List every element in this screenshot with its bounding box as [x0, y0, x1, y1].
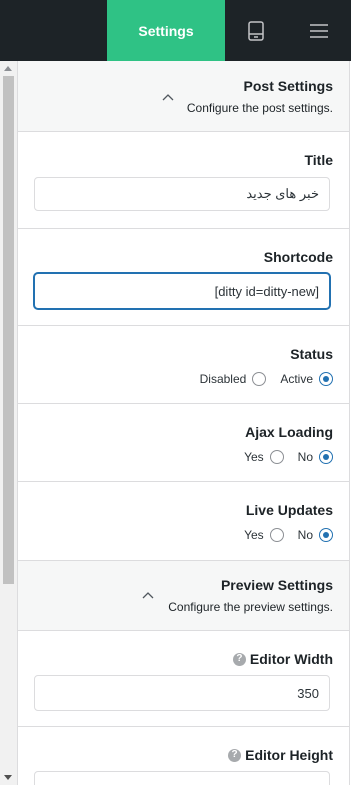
ajax-loading-label: Ajax Loading	[245, 424, 333, 440]
live-updates-option-yes-label: Yes	[244, 528, 264, 542]
status-option-active-label: Active	[280, 372, 313, 386]
chevron-up-icon[interactable]	[162, 93, 174, 101]
preview-settings-title: Preview Settings	[220, 577, 333, 593]
editor-width-field: ? Editor Width	[18, 631, 350, 727]
live-updates-option-no-label: No	[297, 528, 313, 542]
radio-checked-icon[interactable]	[319, 528, 333, 542]
tab-layout[interactable]	[225, 0, 287, 61]
scroll-up-arrow-icon[interactable]	[4, 66, 12, 71]
ajax-loading-label-text: Ajax Loading	[245, 424, 333, 440]
live-updates-option-no[interactable]: No	[298, 528, 333, 542]
status-field: Status Disabled Active	[18, 326, 350, 404]
ajax-loading-radio-group: Yes No	[244, 450, 333, 464]
editor-width-label-text: Editor Width	[249, 651, 333, 667]
live-updates-field: Live Updates Yes No	[18, 482, 350, 561]
post-settings-title: Post Settings	[243, 78, 333, 94]
preview-settings-header[interactable]: Preview Settings .Configure the preview …	[18, 561, 350, 631]
status-option-disabled[interactable]: Disabled	[200, 372, 267, 386]
top-tab-bar: Settings	[0, 0, 351, 61]
tab-settings-label: Settings	[138, 22, 194, 39]
radio-unchecked-icon[interactable]	[269, 528, 284, 542]
title-label: Title	[304, 152, 333, 168]
status-option-active[interactable]: Active	[280, 372, 333, 386]
ajax-loading-option-yes-label: Yes	[244, 450, 264, 464]
live-updates-radio-group: Yes No	[244, 528, 333, 542]
question-mark-icon[interactable]: ?	[232, 652, 246, 666]
preview-settings-description: .Configure the preview settings	[168, 600, 333, 614]
ajax-loading-option-no[interactable]: No	[298, 450, 333, 464]
question-mark-icon[interactable]: ?	[228, 748, 242, 762]
scroll-down-arrow-icon[interactable]	[4, 775, 12, 780]
radio-checked-icon[interactable]	[319, 450, 333, 464]
radio-unchecked-icon[interactable]	[269, 450, 284, 464]
chevron-up-icon[interactable]	[142, 591, 154, 599]
radio-checked-icon[interactable]	[319, 372, 333, 386]
live-updates-label-text: Live Updates	[245, 502, 333, 518]
tab-menu[interactable]	[288, 0, 350, 61]
shortcode-label: Shortcode	[264, 249, 333, 265]
title-field: Title	[18, 132, 350, 229]
vertical-scrollbar[interactable]	[0, 61, 18, 785]
radio-unchecked-icon[interactable]	[252, 372, 267, 386]
tab-settings[interactable]: Settings	[107, 0, 225, 61]
editor-height-label: ? Editor Height	[228, 747, 333, 763]
shortcode-field: Shortcode	[18, 229, 350, 326]
shortcode-input[interactable]	[34, 273, 330, 309]
post-settings-header[interactable]: Post Settings .Configure the post settin…	[18, 61, 350, 132]
status-label: Status	[290, 346, 333, 362]
editor-height-field: ? Editor Height	[18, 727, 350, 785]
status-option-disabled-label: Disabled	[199, 372, 247, 386]
ajax-loading-field: Ajax Loading Yes No	[18, 404, 350, 482]
title-input[interactable]	[34, 177, 330, 211]
hamburger-menu-icon	[310, 23, 328, 38]
title-label-text: Title	[304, 152, 333, 168]
status-label-text: Status	[290, 346, 333, 362]
status-radio-group: Disabled Active	[200, 372, 333, 386]
editor-width-label: ? Editor Width	[232, 651, 333, 667]
live-updates-option-yes[interactable]: Yes	[244, 528, 284, 542]
settings-panel: Post Settings .Configure the post settin…	[18, 61, 351, 785]
tablet-layout-icon	[248, 20, 264, 41]
editor-width-input[interactable]	[34, 675, 330, 711]
scroll-thumb[interactable]	[3, 76, 14, 584]
ajax-loading-option-yes[interactable]: Yes	[244, 450, 284, 464]
editor-height-label-text: Editor Height	[245, 747, 333, 763]
post-settings-description: .Configure the post settings	[186, 101, 333, 115]
ajax-loading-option-no-label: No	[297, 450, 313, 464]
live-updates-label: Live Updates	[246, 502, 333, 518]
editor-height-input[interactable]	[34, 771, 330, 785]
shortcode-label-text: Shortcode	[263, 249, 333, 265]
